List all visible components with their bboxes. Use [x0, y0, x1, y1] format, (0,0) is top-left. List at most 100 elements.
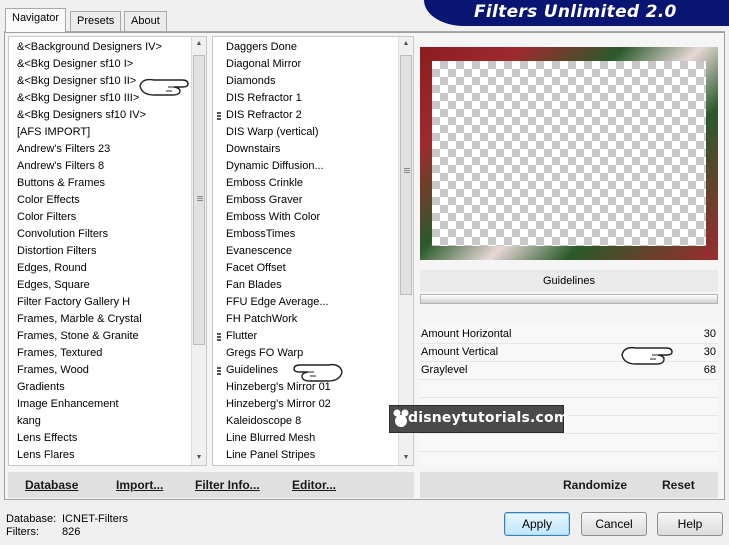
selected-filter-title: Guidelines [420, 270, 718, 292]
filter-item-label: Line Blurred Mesh [226, 432, 316, 444]
pointing-hand-icon [621, 346, 673, 365]
category-list[interactable]: &<Background Designers IV> &<Bkg Designer… [8, 36, 207, 466]
filter-item-label: Line Panel Stripes [226, 449, 316, 461]
filter-item-label: Emboss Graver [226, 194, 303, 206]
tab-presets[interactable]: Presets [70, 11, 122, 31]
category-scrollbar[interactable]: ▲ ▼ [191, 37, 206, 465]
param-value: 30 [703, 346, 716, 358]
editor-button[interactable]: Editor... [292, 478, 336, 492]
filter-item[interactable]: Emboss With Color [226, 209, 331, 226]
tab-label: Navigator [12, 12, 60, 24]
filter-item-label: Diagonal Mirror [226, 58, 302, 70]
filter-item[interactable]: DIS Warp (vertical) [226, 124, 331, 141]
param-label: Amount Horizontal [421, 328, 512, 340]
filter-item[interactable]: EmbossTimes [226, 226, 331, 243]
category-item[interactable]: Distortion Filters [17, 243, 162, 260]
scroll-thumb[interactable] [400, 55, 412, 295]
category-item[interactable]: Andrew's Filters 8 [17, 158, 162, 175]
category-item[interactable]: Andrew's Filters 23 [17, 141, 162, 158]
filter-item-label: DIS Refractor 2 [226, 109, 302, 121]
scroll-up-icon[interactable]: ▲ [399, 37, 413, 51]
param-label: Graylevel [421, 364, 468, 376]
category-item[interactable]: Convolution Filters [17, 226, 162, 243]
filter-item-label: Downstairs [226, 143, 281, 155]
category-item[interactable]: kang [17, 413, 162, 430]
scroll-down-icon[interactable]: ▼ [399, 451, 413, 465]
param-divider [420, 433, 718, 434]
tab-about[interactable]: About [124, 11, 167, 31]
help-button[interactable]: Help [657, 512, 723, 536]
filter-item-label: Hinzeberg's Mirror 02 [226, 398, 331, 410]
apply-button[interactable]: Apply [504, 512, 570, 536]
filter-item[interactable]: FH PatchWork [226, 311, 331, 328]
filter-item[interactable]: Kaleidoscope 8 [226, 413, 331, 430]
category-item[interactable]: Image Enhancement [17, 396, 162, 413]
preview-transparent-area [432, 61, 706, 246]
mouse-ears-icon [393, 409, 409, 427]
filter-item-label: FFU Edge Average... [226, 296, 329, 308]
filter-item[interactable]: Flutter [217, 328, 331, 345]
filter-scrollbar[interactable]: ▲ ▼ [398, 37, 413, 465]
filter-item[interactable]: Line Panel Stripes [226, 447, 331, 464]
database-button[interactable]: Database [25, 478, 78, 492]
favorite-marker-icon [217, 367, 221, 376]
filter-item[interactable]: Diamonds [226, 73, 331, 90]
filter-info-button[interactable]: Filter Info... [195, 478, 260, 492]
category-item[interactable]: Frames, Wood [17, 362, 162, 379]
param-divider [420, 451, 718, 452]
scroll-up-icon[interactable]: ▲ [192, 37, 206, 51]
category-item[interactable]: Frames, Marble & Crystal [17, 311, 162, 328]
filter-item[interactable]: Emboss Graver [226, 192, 331, 209]
category-item[interactable]: Frames, Textured [17, 345, 162, 362]
favorite-marker-icon [217, 333, 221, 342]
filter-item-label: Diamonds [226, 75, 276, 87]
import-button[interactable]: Import... [116, 478, 163, 492]
filter-item[interactable]: DIS Refractor 1 [226, 90, 331, 107]
category-item[interactable]: [AFS IMPORT] [17, 124, 162, 141]
filter-item[interactable]: Dynamic Diffusion... [226, 158, 331, 175]
scroll-down-icon[interactable]: ▼ [192, 451, 206, 465]
filter-item[interactable]: Downstairs [226, 141, 331, 158]
filter-item[interactable]: FFU Edge Average... [226, 294, 331, 311]
category-item[interactable]: Buttons & Frames [17, 175, 162, 192]
category-item[interactable]: Lens Flares [17, 447, 162, 464]
tab-navigator[interactable]: Navigator [5, 8, 67, 32]
grip-icon [197, 196, 203, 202]
progress-bar [420, 294, 718, 304]
category-item[interactable]: Edges, Round [17, 260, 162, 277]
category-item[interactable]: Color Filters [17, 209, 162, 226]
watermark-text: disneytutorials.com [408, 410, 569, 426]
category-item[interactable]: Frames, Stone & Granite [17, 328, 162, 345]
filter-item[interactable]: DIS Refractor 2 [217, 107, 331, 124]
filter-item-label: Emboss With Color [226, 211, 321, 223]
category-item[interactable]: Lens Effects [17, 430, 162, 447]
scroll-thumb[interactable] [193, 55, 205, 345]
filter-item[interactable]: Facet Offset [226, 260, 331, 277]
category-item[interactable]: Filter Factory Gallery H [17, 294, 162, 311]
filter-item-label: DIS Refractor 1 [226, 92, 302, 104]
category-item[interactable]: &<Bkg Designers sf10 IV> [17, 107, 162, 124]
category-item[interactable]: Color Effects [17, 192, 162, 209]
filter-item[interactable]: Fan Blades [226, 277, 331, 294]
filter-item[interactable]: Diagonal Mirror [226, 56, 331, 73]
pointing-hand-icon [293, 363, 343, 382]
filter-item[interactable]: Line Blurred Mesh [226, 430, 331, 447]
grip-icon [404, 168, 410, 174]
filter-item[interactable]: Evanescence [226, 243, 331, 260]
filter-item-label: Fan Blades [226, 279, 282, 291]
category-item[interactable]: &<Background Designers IV> [17, 39, 162, 56]
filter-item[interactable]: Daggers Done [226, 39, 331, 56]
filter-item[interactable]: Emboss Crinkle [226, 175, 331, 192]
filter-item[interactable]: Hinzeberg's Mirror 02 [226, 396, 331, 413]
param-value: 68 [703, 364, 716, 376]
filter-item-label: FH PatchWork [226, 313, 298, 325]
category-items: &<Background Designers IV> &<Bkg Designer… [17, 39, 162, 464]
randomize-button[interactable]: Randomize [563, 478, 627, 492]
filter-list[interactable]: Daggers Done Diagonal Mirror Diamonds DIS R… [212, 36, 414, 466]
cancel-button[interactable]: Cancel [581, 512, 647, 536]
category-item[interactable]: Edges, Square [17, 277, 162, 294]
category-item[interactable]: Gradients [17, 379, 162, 396]
reset-button[interactable]: Reset [662, 478, 695, 492]
filter-item-label: DIS Warp (vertical) [226, 126, 319, 138]
category-item[interactable]: &<Bkg Designer sf10 I> [17, 56, 162, 73]
